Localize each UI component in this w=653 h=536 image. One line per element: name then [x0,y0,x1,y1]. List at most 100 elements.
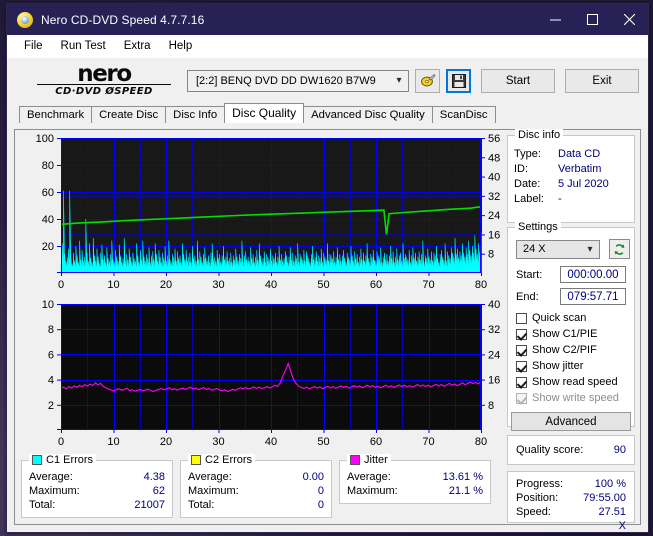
svg-text:8: 8 [488,400,494,412]
menu-extra[interactable]: Extra [115,37,160,55]
drive-select[interactable]: [2:2] BENQ DVD DD DW1620 B7W9 ▾ [187,69,409,92]
c2-value-total: 0 [317,499,324,511]
menu-file[interactable]: File [15,37,52,55]
checkbox-box [516,328,527,340]
menu-help[interactable]: Help [160,37,202,55]
svg-text:40: 40 [42,214,54,226]
progress-row-speed: Speed: 27.51 X [516,505,626,532]
jitter-title: Jitter [364,454,388,466]
svg-text:32: 32 [488,324,500,336]
disc-info-key-type: Type: [514,148,541,160]
start-button[interactable]: Start [481,68,555,93]
c1-errors-legend: C1 Errors [29,454,97,466]
c2-value-average: 0.00 [302,471,324,483]
c2-row-average: Average: 0.00 [188,470,324,484]
jitter-value-maximum: 21.1 % [448,485,483,497]
save-floppy-icon[interactable] [446,68,471,93]
svg-text:56: 56 [488,133,500,145]
svg-text:30: 30 [212,279,224,291]
jitter-key-average: Average: [347,471,391,483]
svg-text:20: 20 [160,436,172,448]
close-icon[interactable] [611,4,648,35]
checkbox-box [516,392,527,404]
exit-button[interactable]: Exit [565,68,639,93]
checkbox-show-c1-pie[interactable]: Show C1/PIE [516,326,634,342]
checkbox-label: Show C2/PIF [532,344,597,356]
checkbox-show-read-speed[interactable]: Show read speed [516,374,634,390]
svg-text:24: 24 [488,210,500,222]
disc-eject-icon[interactable] [415,68,440,93]
start-input[interactable]: 000:00.00 [560,266,626,283]
jitter-key-maximum: Maximum: [347,485,398,497]
jitter-chart: 2 4 6 8 10 8 16 24 32 40 0 10 20 30 40 50 60 70 80 [19,298,501,453]
c1-key-total: Total: [29,499,56,511]
disc-info-key-id: ID: [514,163,529,175]
c1-row-maximum: Maximum: 62 [29,484,165,498]
svg-text:10: 10 [107,279,119,291]
disc-info-row-type: Type: Data CD [514,147,628,162]
c1-row-total: Total: 21007 [29,498,165,512]
c1-value-maximum: 62 [152,485,165,497]
window-controls [537,4,648,35]
tab-advanced-disc-quality[interactable]: Advanced Disc Quality [303,106,433,123]
checkbox-label: Quick scan [532,312,587,324]
nero-logo: nero CD·DVD ØSPEED [29,63,179,97]
svg-text:32: 32 [488,191,500,203]
maximize-icon[interactable] [574,4,611,35]
disc-info-row-label: Label: - [514,192,628,207]
application-window: Nero CD-DVD Speed 4.7.7.16 File Run Test… [6,3,649,533]
svg-text:60: 60 [42,187,54,199]
jitter-row-average: Average: 13.61 % [347,470,483,484]
disc-info-value-id: Verbatim [558,163,602,175]
checkbox-label: Show read speed [532,376,618,388]
c1-errors-color-swatch [32,455,42,465]
tab-disc-info[interactable]: Disc Info [165,106,226,123]
svg-text:0: 0 [58,279,64,291]
jitter-legend: Jitter [347,454,391,466]
svg-text:6: 6 [48,349,54,361]
checkbox-box [516,312,527,324]
end-input[interactable]: 079:57.71 [560,288,626,305]
svg-text:0: 0 [58,436,64,448]
checkbox-show-write-speed: Show write speed [516,390,634,406]
svg-text:70: 70 [422,436,434,448]
svg-text:10: 10 [107,436,119,448]
drive-select-label: [2:2] BENQ DVD DD DW1620 B7W9 [196,74,376,87]
tab-create-disc[interactable]: Create Disc [91,106,167,123]
speed-value: 27.51 X [598,506,626,532]
settings-group: Settings 24 X ▾ Start: 000:00.00 End: 07… [507,221,635,431]
progress-key: Progress: [516,478,564,490]
tab-disc-quality[interactable]: Disc Quality [224,103,305,123]
checkbox-label: Show jitter [532,360,584,372]
c2-errors-legend: C2 Errors [188,454,256,466]
checkbox-quick-scan[interactable]: Quick scan [516,310,634,326]
tab-scandisc[interactable]: ScanDisc [431,106,496,123]
svg-text:10: 10 [42,299,54,311]
c2-key-average: Average: [188,471,232,483]
svg-text:24: 24 [488,349,500,361]
refresh-arrows-icon[interactable] [609,239,630,259]
c2-key-maximum: Maximum: [188,485,239,497]
svg-text:40: 40 [265,436,277,448]
checkbox-label: Show C1/PIE [532,328,598,340]
jitter-value-average: 13.61 % [442,471,483,483]
checkbox-show-jitter[interactable]: Show jitter [516,358,634,374]
speed-select[interactable]: 24 X ▾ [516,239,600,259]
advanced-button[interactable]: Advanced [511,412,631,431]
menu-run-test[interactable]: Run Test [52,37,115,55]
svg-text:80: 80 [475,279,487,291]
disc-info-value-label: - [558,193,562,205]
svg-text:60: 60 [370,436,382,448]
chevron-down-icon: ▾ [396,75,402,86]
minimize-icon[interactable] [537,4,574,35]
svg-text:40: 40 [488,172,500,184]
speed-key: Speed: [516,506,551,518]
tab-benchmark[interactable]: Benchmark [19,106,93,123]
svg-text:60: 60 [370,279,382,291]
checkbox-show-c2-pif[interactable]: Show C2/PIF [516,342,634,358]
c1-errors-plot: 20 40 60 80 100 8 16 24 32 40 48 56 0 10 20 30 40 50 60 70 8… [36,133,501,291]
chevron-down-icon: ▾ [587,243,593,255]
disc-info-value-type: Data CD [558,148,601,160]
svg-text:8: 8 [48,324,54,336]
c2-errors-title: C2 Errors [205,454,253,466]
